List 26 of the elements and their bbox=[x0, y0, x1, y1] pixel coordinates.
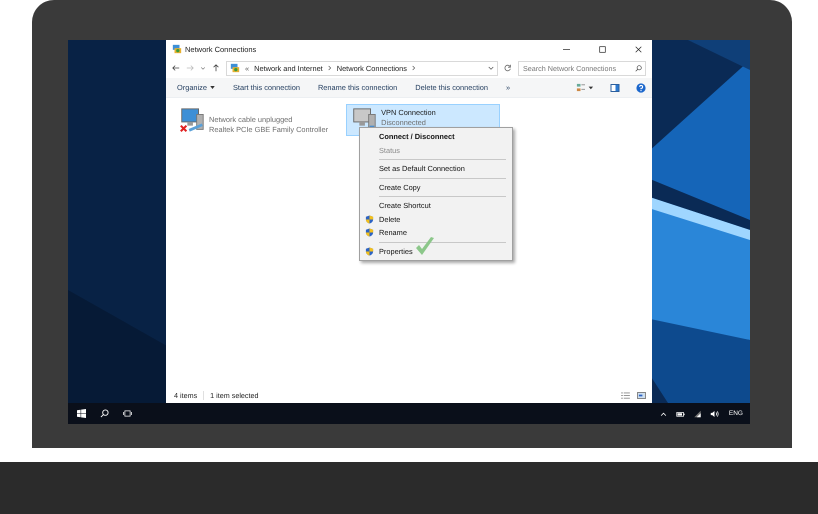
help-icon[interactable] bbox=[636, 82, 646, 92]
close-icon[interactable] bbox=[635, 46, 642, 52]
maximize-icon[interactable] bbox=[599, 46, 606, 52]
chevron-icon[interactable] bbox=[328, 65, 332, 71]
dropdown-icon[interactable] bbox=[488, 66, 494, 70]
network-icon bbox=[172, 44, 182, 54]
chevron-icon[interactable] bbox=[412, 65, 416, 71]
shield-icon bbox=[365, 214, 374, 224]
refresh-icon[interactable] bbox=[504, 64, 512, 72]
search-icon[interactable] bbox=[635, 64, 642, 72]
task-view-icon[interactable] bbox=[123, 409, 132, 418]
battery-icon[interactable] bbox=[676, 410, 685, 418]
view-options-icon[interactable] bbox=[576, 83, 594, 92]
caret-icon[interactable] bbox=[200, 65, 206, 71]
tiles-view-icon[interactable] bbox=[637, 392, 646, 399]
up-arrow-icon[interactable] bbox=[212, 64, 220, 72]
preview-pane-icon[interactable] bbox=[610, 82, 620, 92]
shield-icon bbox=[365, 246, 374, 256]
search-icon[interactable] bbox=[100, 409, 109, 418]
caret-icon bbox=[210, 86, 215, 89]
windows-logo-icon[interactable] bbox=[77, 409, 86, 418]
speaker-icon[interactable] bbox=[710, 410, 719, 418]
network-icon bbox=[230, 63, 240, 73]
details-view-icon[interactable] bbox=[621, 392, 630, 399]
back-arrow-icon[interactable] bbox=[172, 64, 180, 72]
shield-icon bbox=[365, 228, 374, 238]
